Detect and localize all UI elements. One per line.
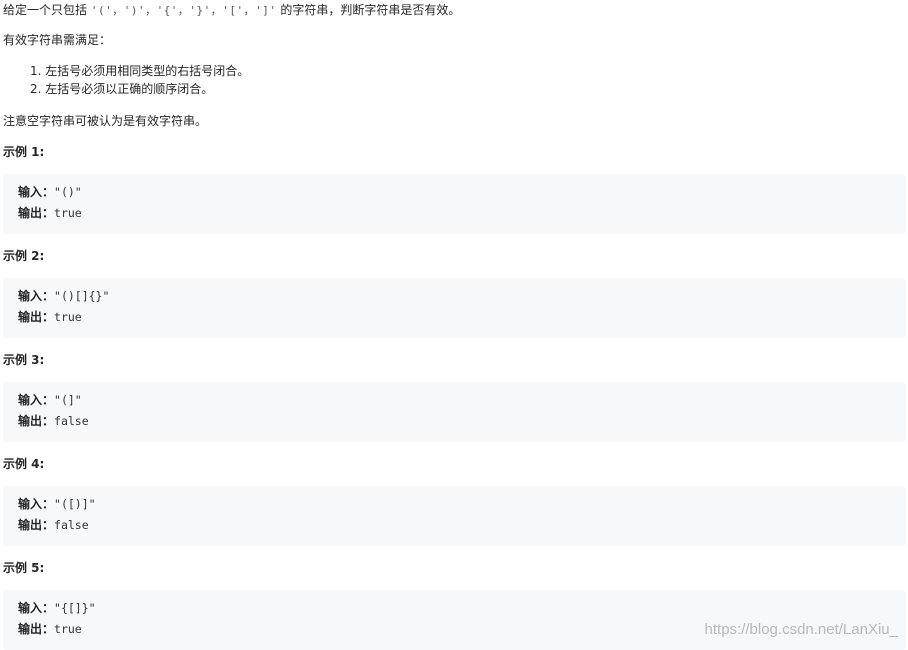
output-label: 输出： — [18, 414, 55, 428]
example-input: 输入："()[]{}" — [18, 287, 109, 305]
example-input: 输入："{[]}" — [18, 599, 96, 617]
intro-suffix: 的字符串，判断字符串是否有效。 — [276, 3, 461, 17]
output-value: true — [54, 622, 82, 636]
example-title: 示例 5: — [3, 561, 45, 575]
rule-item: 1. 左括号必须用相同类型的右括号闭合。 — [30, 64, 250, 78]
input-value: "([)]" — [54, 497, 96, 511]
example-output: 输出：true — [18, 620, 82, 638]
requirement-text: 有效字符串需满足： — [3, 33, 112, 47]
input-value: "{[]}" — [54, 601, 96, 615]
output-value: true — [54, 310, 82, 324]
output-value: true — [54, 206, 82, 220]
example-output: 输出：true — [18, 308, 82, 326]
output-label: 输出： — [18, 206, 55, 220]
input-label: 输入： — [18, 289, 55, 303]
example-block: 输入："{[]}" 输出：true — [3, 590, 906, 650]
example-output: 输出：false — [18, 516, 89, 534]
input-value: "(]" — [54, 393, 82, 407]
example-output: 输出：false — [18, 412, 89, 430]
input-label: 输入： — [18, 497, 55, 511]
output-label: 输出： — [18, 310, 55, 324]
example-title: 示例 4: — [3, 457, 45, 471]
example-title: 示例 1: — [3, 145, 45, 159]
example-title: 示例 2: — [3, 249, 45, 263]
input-label: 输入： — [18, 601, 55, 615]
example-block: 输入："()[]{}" 输出：true — [3, 278, 906, 338]
example-input: 输入："(]" — [18, 391, 82, 409]
output-label: 输出： — [18, 622, 55, 636]
example-input: 输入："([)]" — [18, 495, 96, 513]
example-block: 输入："()" 输出：true — [3, 174, 906, 234]
watermark-url: https://blog.csdn.net/LanXiu_ — [704, 621, 898, 638]
problem-description: 给定一个只包括 '('，')'，'{'，'}'，'['，']' 的字符串，判断字… — [0, 0, 908, 650]
input-value: "()[]{}" — [54, 289, 110, 303]
example-input: 输入："()" — [18, 183, 82, 201]
output-value: false — [54, 518, 89, 532]
input-label: 输入： — [18, 393, 55, 407]
bracket-chars: '('，')'，'{'，'}'，'['，']' — [90, 4, 277, 17]
intro-prefix: 给定一个只包括 — [3, 3, 91, 17]
rule-item: 2. 左括号必须以正确的顺序闭合。 — [30, 82, 214, 96]
input-label: 输入： — [18, 185, 55, 199]
rules-list: 1. 左括号必须用相同类型的右括号闭合。 2. 左括号必须以正确的顺序闭合。 — [30, 62, 249, 98]
example-title: 示例 3: — [3, 353, 45, 367]
input-value: "()" — [54, 185, 82, 199]
example-block: 输入："(]" 输出：false — [3, 382, 906, 442]
output-label: 输出： — [18, 518, 55, 532]
example-output: 输出：true — [18, 204, 82, 222]
note-text: 注意空字符串可被认为是有效字符串。 — [3, 114, 208, 128]
example-block: 输入："([)]" 输出：false — [3, 486, 906, 546]
intro-text: 给定一个只包括 '('，')'，'{'，'}'，'['，']' 的字符串，判断字… — [3, 1, 460, 19]
output-value: false — [54, 414, 89, 428]
